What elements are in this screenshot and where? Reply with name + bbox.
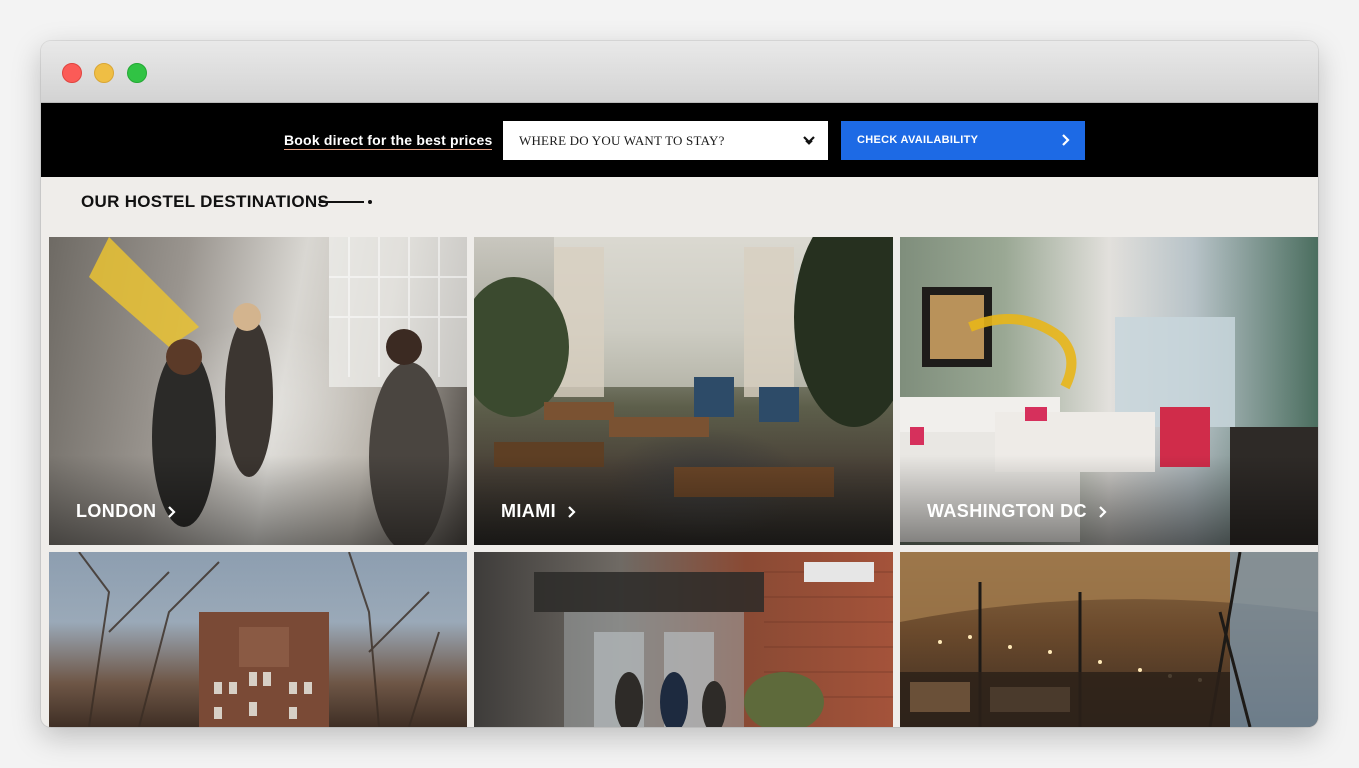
tile-city-name: WASHINGTON DC xyxy=(927,501,1087,521)
destination-tile-5[interactable] xyxy=(474,552,893,727)
check-availability-button[interactable]: CHECK AVAILABILITY xyxy=(841,121,1085,160)
chevron-right-icon xyxy=(1099,505,1107,518)
building-photo xyxy=(78,552,440,727)
chevron-right-icon xyxy=(568,505,576,518)
tile-city-name: LONDON xyxy=(76,501,157,521)
rooftop-bar-photo xyxy=(900,552,1318,727)
check-availability-label: CHECK AVAILABILITY xyxy=(857,134,979,146)
section-title: OUR HOSTEL DESTINATIONS xyxy=(81,192,330,211)
destination-tile-miami[interactable]: MIAMI xyxy=(474,237,893,545)
tile-city-label: WASHINGTON DC xyxy=(927,501,1109,522)
chevron-down-icon xyxy=(803,136,815,145)
generator-entrance-photo xyxy=(534,562,893,727)
tile-city-label: MIAMI xyxy=(501,501,578,522)
destination-dropdown[interactable]: WHERE DO YOU WANT TO STAY? xyxy=(503,121,828,160)
title-divider-line xyxy=(319,201,364,203)
chevron-right-icon xyxy=(168,505,176,518)
tile-city-name: MIAMI xyxy=(501,501,556,521)
destination-tile-6[interactable] xyxy=(900,552,1318,727)
destination-tile-4[interactable] xyxy=(49,552,467,727)
browser-window: Book direct for the best prices WHERE DO… xyxy=(41,41,1318,727)
promo-link[interactable]: Book direct for the best prices xyxy=(284,132,493,150)
destination-tile-washington-dc[interactable]: WASHINGTON DC xyxy=(900,237,1318,545)
tile-city-label: LONDON xyxy=(76,501,178,522)
destination-tile-london[interactable]: LONDON xyxy=(49,237,467,545)
arrow-right-icon xyxy=(1062,134,1070,146)
destination-dropdown-label: WHERE DO YOU WANT TO STAY? xyxy=(519,133,725,148)
title-divider-dot xyxy=(368,200,372,204)
booking-bar: Book direct for the best prices WHERE DO… xyxy=(41,103,1318,177)
minimize-window-button[interactable] xyxy=(94,63,114,83)
close-window-button[interactable] xyxy=(62,63,82,83)
window-titlebar xyxy=(41,41,1318,103)
maximize-window-button[interactable] xyxy=(127,63,147,83)
